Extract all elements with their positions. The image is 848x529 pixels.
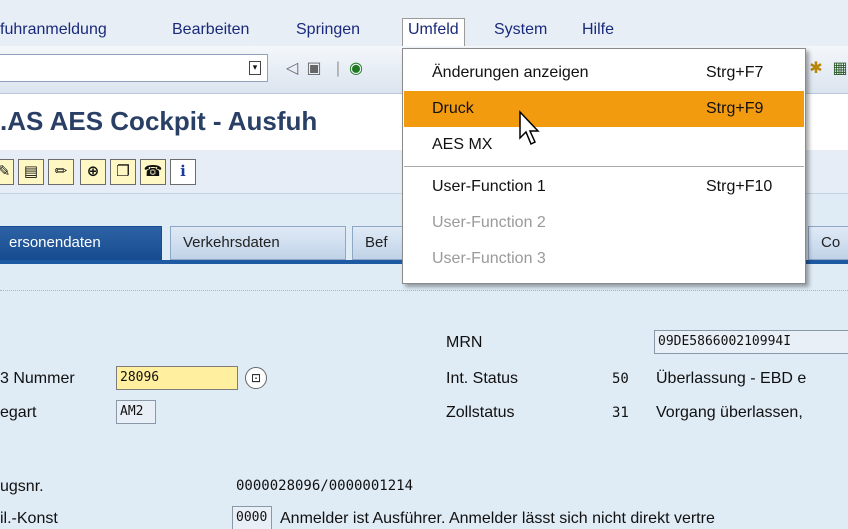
command-history-icon[interactable]: ▾ bbox=[249, 61, 261, 75]
zollstatus-text: Vorgang überlassen, bbox=[656, 404, 803, 421]
content-area bbox=[0, 264, 848, 529]
menu-item-shortcut: Strg+F7 bbox=[706, 64, 764, 81]
menu-item-aenderungen-anzeigen[interactable]: Änderungen anzeigen Strg+F7 bbox=[404, 55, 804, 91]
save-icon[interactable]: ▣ bbox=[304, 58, 324, 80]
menu-fuhranmeldung[interactable]: fuhranmeldung bbox=[0, 21, 107, 39]
menu-item-label: AES MX bbox=[432, 136, 493, 153]
menu-system[interactable]: System bbox=[494, 21, 547, 39]
back-green-icon[interactable]: ◉ bbox=[346, 58, 366, 80]
menu-item-label: User-Function 2 bbox=[432, 214, 546, 231]
mrn-field: 09DE586600210994I bbox=[654, 330, 848, 354]
menu-item-aes-mx[interactable]: AES MX bbox=[404, 127, 804, 163]
teilkonst-field: 0000 bbox=[232, 506, 272, 529]
nummer-input[interactable]: 28096 bbox=[116, 366, 238, 390]
menu-item-label: Druck bbox=[432, 100, 474, 117]
bezugsnr-label: ugsnr. bbox=[0, 478, 44, 495]
tab-verkehrsdaten[interactable]: Verkehrsdaten bbox=[170, 226, 346, 260]
pencil-icon[interactable]: ✏ bbox=[48, 159, 74, 185]
document-icon[interactable]: ▤ bbox=[18, 159, 44, 185]
zollstatus-label: Zollstatus bbox=[446, 404, 515, 421]
zollstatus-code: 31 bbox=[612, 405, 629, 421]
menu-item-user-function-2: User-Function 2 bbox=[404, 205, 804, 241]
menu-hilfe[interactable]: Hilfe bbox=[582, 21, 614, 39]
int-status-code: 50 bbox=[612, 371, 629, 387]
menu-item-label: Änderungen anzeigen bbox=[432, 64, 589, 81]
bezugsnr-value: 0000028096/0000001214 bbox=[236, 478, 414, 494]
menu-item-druck[interactable]: Druck Strg+F9 bbox=[404, 91, 804, 127]
menu-item-shortcut: Strg+F10 bbox=[706, 178, 773, 195]
menu-bar: fuhranmeldung Bearbeiten Springen Umfeld… bbox=[0, 0, 848, 50]
execute-icon[interactable]: ⊕ bbox=[80, 159, 106, 185]
shortcut-icon[interactable]: ▦ bbox=[830, 58, 848, 80]
menu-springen[interactable]: Springen bbox=[296, 21, 360, 39]
teilkonst-label: il.-Konst bbox=[0, 510, 58, 527]
command-field[interactable]: ▾ bbox=[0, 54, 268, 82]
menu-item-shortcut: Strg+F9 bbox=[706, 100, 764, 117]
menu-item-user-function-3: User-Function 3 bbox=[404, 241, 804, 277]
tab-personendaten[interactable]: ersonendaten bbox=[0, 226, 162, 260]
int-status-label: Int. Status bbox=[446, 370, 519, 387]
nummer-label: 3 Nummer bbox=[0, 370, 75, 387]
info-icon[interactable]: ℹ bbox=[170, 159, 196, 185]
egart-field: AM2 bbox=[116, 400, 156, 424]
egart-label: egart bbox=[0, 404, 37, 421]
menu-bearbeiten[interactable]: Bearbeiten bbox=[172, 21, 249, 39]
mouse-cursor-icon bbox=[519, 110, 540, 146]
int-status-text: Überlassung - EBD e bbox=[656, 370, 807, 387]
print-icon[interactable]: ☎ bbox=[140, 159, 166, 185]
page-title: .AS AES Cockpit - Ausfuh bbox=[0, 106, 318, 136]
teilkonst-text: Anmelder ist Ausführer. Anmelder lässt s… bbox=[280, 510, 715, 527]
search-help-icon[interactable]: ⊡ bbox=[245, 367, 267, 389]
menu-separator bbox=[404, 166, 804, 167]
divider bbox=[0, 290, 848, 291]
copy-icon[interactable]: ❐ bbox=[110, 159, 136, 185]
menu-item-user-function-1[interactable]: User-Function 1 Strg+F10 bbox=[404, 169, 804, 205]
menu-item-label: User-Function 1 bbox=[432, 178, 546, 195]
edit-icon[interactable]: ✎ bbox=[0, 159, 14, 185]
tab-co[interactable]: Co bbox=[808, 226, 848, 260]
back-arrow-icon[interactable]: ◁ bbox=[282, 58, 302, 80]
umfeld-dropdown-menu: Änderungen anzeigen Strg+F7 Druck Strg+F… bbox=[402, 48, 806, 284]
menu-item-label: User-Function 3 bbox=[432, 250, 546, 267]
create-session-icon[interactable]: ✱ bbox=[806, 58, 826, 80]
mrn-label: MRN bbox=[446, 334, 483, 351]
separator-icon: | bbox=[335, 60, 341, 77]
